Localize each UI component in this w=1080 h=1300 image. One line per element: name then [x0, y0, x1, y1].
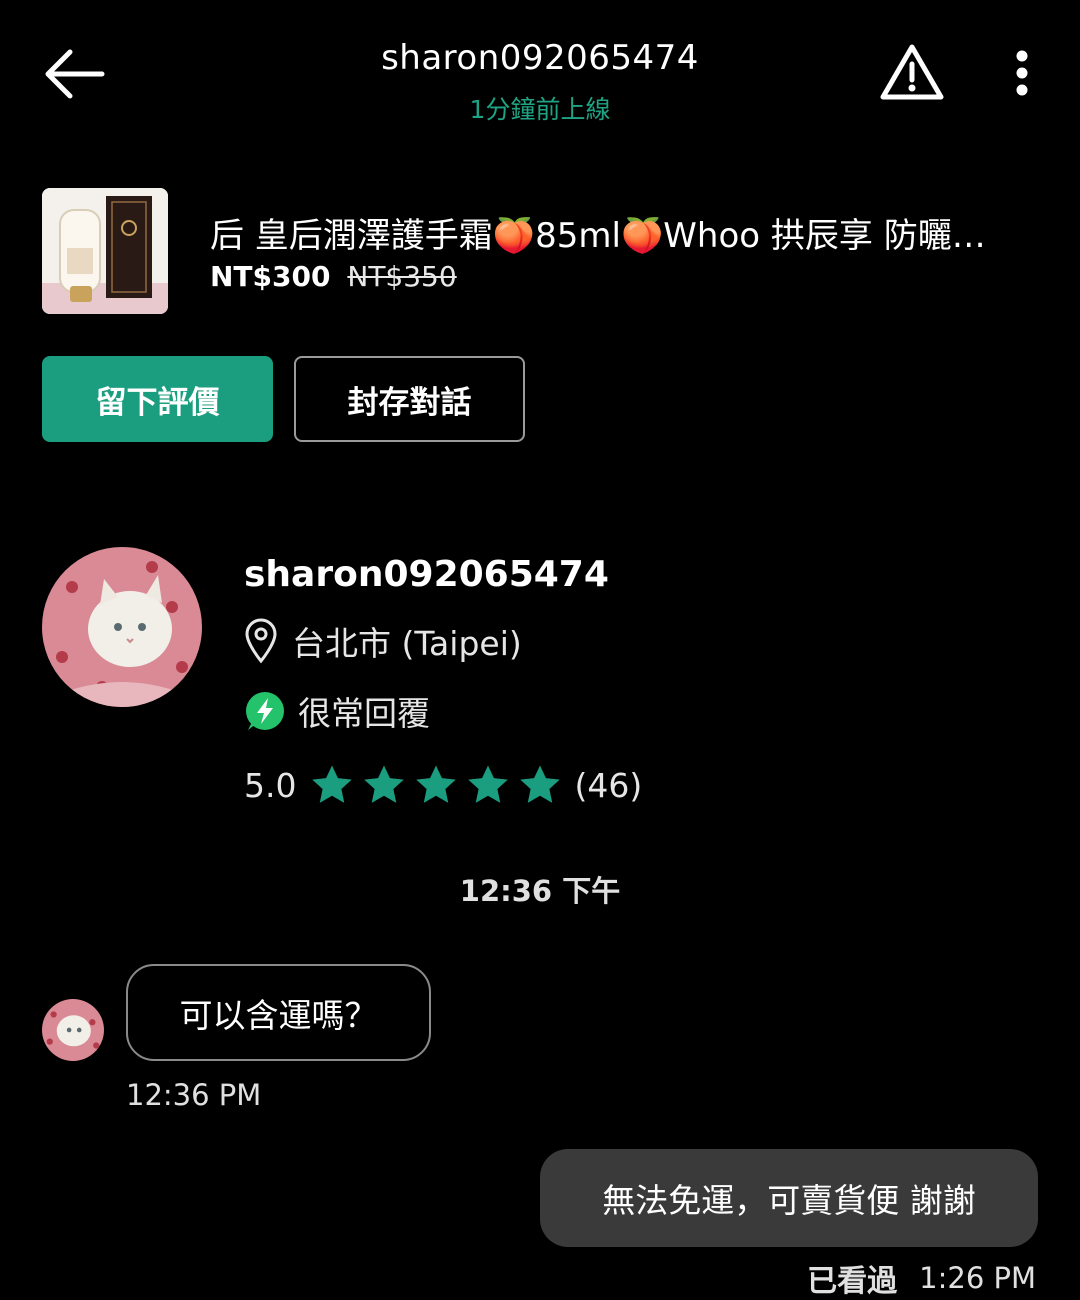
- warning-icon: [880, 44, 944, 100]
- product-price: NT$300 NT$350: [210, 260, 457, 293]
- seen-label: 已看過: [807, 1264, 898, 1299]
- price-current: NT$300: [210, 260, 331, 293]
- location-pin-icon: [245, 618, 277, 664]
- star-icon: [520, 765, 561, 803]
- message-timestamp: 1:26 PM: [919, 1261, 1036, 1295]
- more-options-button[interactable]: [1000, 46, 1044, 100]
- day-separator: 12:36 下午: [459, 874, 621, 908]
- rating-stars: [306, 762, 566, 808]
- product-thumbnail[interactable]: [42, 188, 168, 314]
- message-timestamp: 12:36 PM: [126, 1078, 262, 1112]
- message-avatar[interactable]: [42, 999, 104, 1061]
- location-text: 台北市 (Taipei): [292, 624, 522, 663]
- seller-location: 台北市 (Taipei): [244, 616, 522, 666]
- report-button[interactable]: [878, 42, 946, 102]
- archive-chat-button[interactable]: 封存對話: [294, 356, 525, 442]
- more-vert-icon: [1016, 50, 1028, 96]
- rating-value: 5.0: [244, 765, 297, 805]
- seller-avatar[interactable]: [42, 547, 202, 707]
- star-icon: [312, 765, 353, 803]
- avatar-image: [42, 999, 104, 1061]
- reply-rate-badge: 很常回覆: [244, 686, 430, 736]
- message-status: 已看過 1:26 PM: [807, 1256, 1036, 1300]
- star-icon: [468, 765, 509, 803]
- review-count: (46): [574, 765, 643, 805]
- avatar-image: [42, 547, 202, 707]
- incoming-message-bubble[interactable]: 可以含運嗎？: [126, 964, 431, 1061]
- seller-name[interactable]: sharon092065474: [244, 554, 609, 595]
- product-image: [42, 188, 168, 314]
- outgoing-message-bubble[interactable]: 無法免運，可賣貨便 謝謝: [540, 1149, 1038, 1247]
- reply-badge-text: 很常回覆: [298, 694, 430, 733]
- star-icon: [416, 765, 457, 803]
- star-icon: [364, 765, 405, 803]
- lightning-icon: [246, 692, 284, 730]
- leave-review-button[interactable]: 留下評價: [42, 356, 273, 442]
- price-original: NT$350: [347, 260, 457, 293]
- seller-rating[interactable]: 5.0 (46): [244, 760, 642, 810]
- product-title[interactable]: 后 皇后潤澤護手霜🍑85ml🍑Whoo 拱辰享 防曬…: [210, 208, 1040, 257]
